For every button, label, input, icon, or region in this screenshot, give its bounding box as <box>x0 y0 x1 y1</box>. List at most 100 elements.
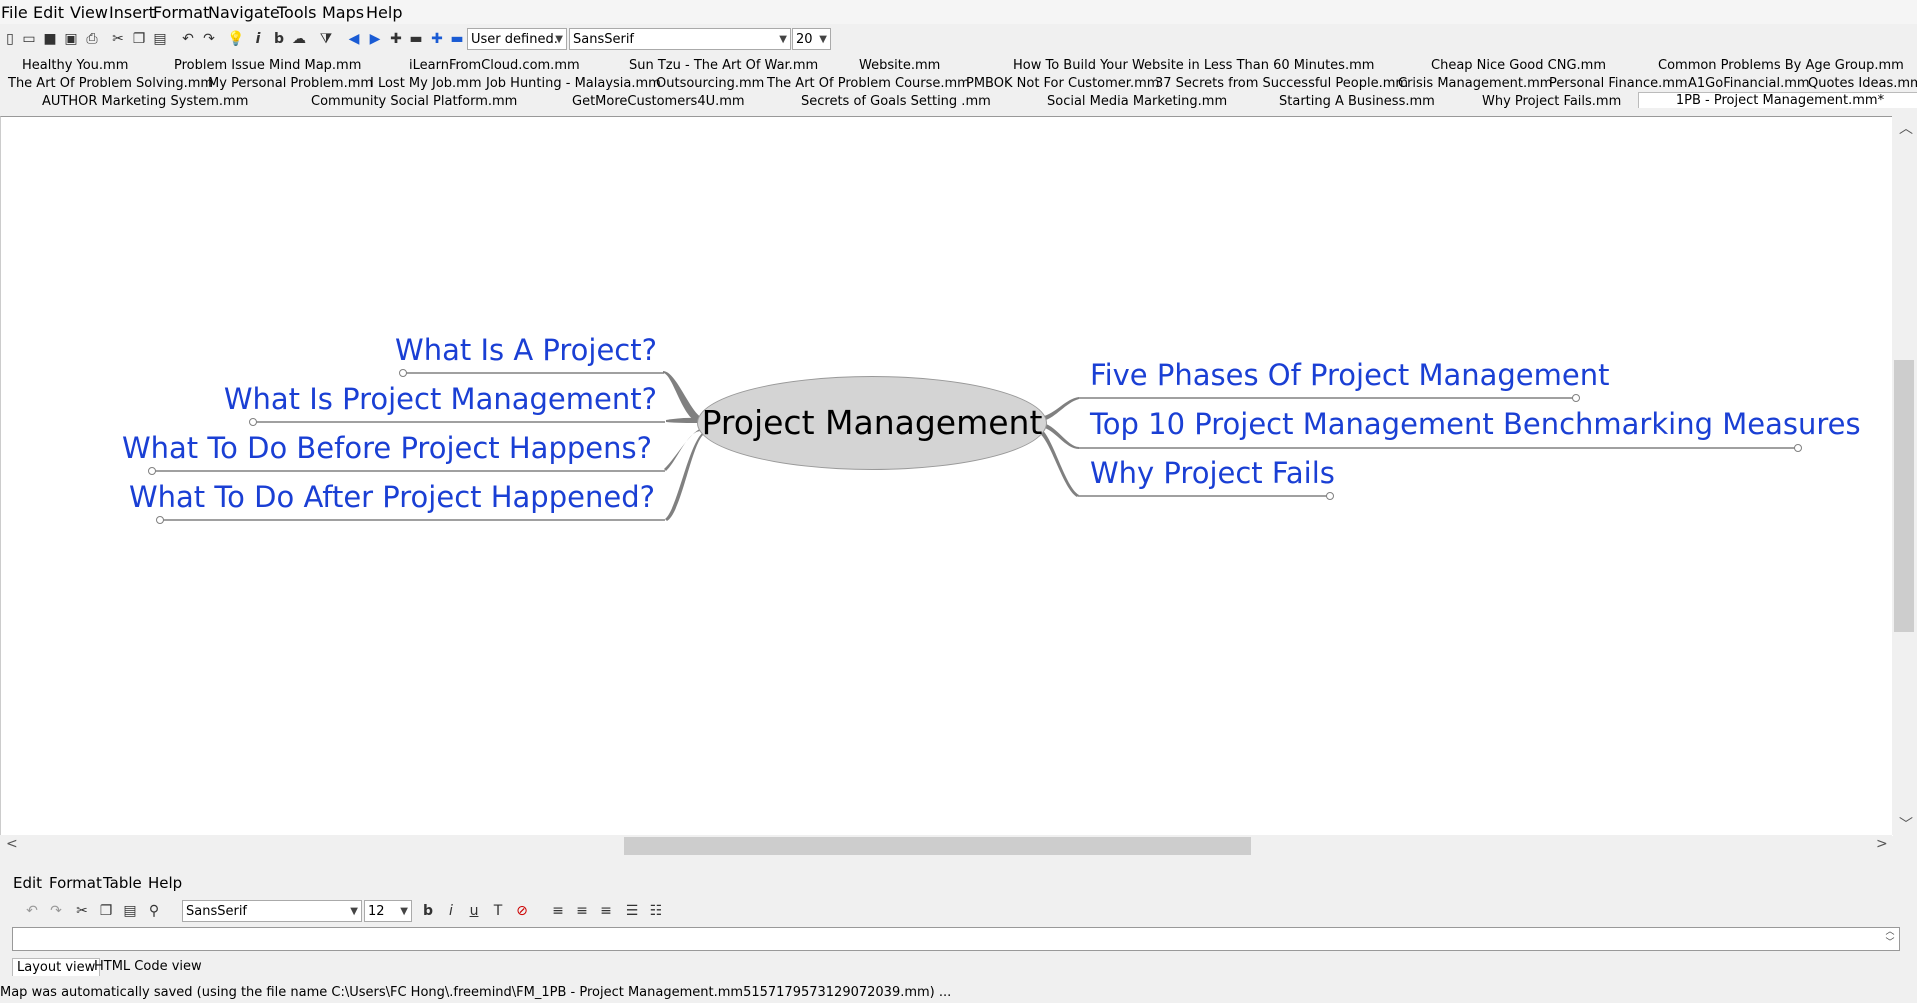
style-combo[interactable]: User defined. ▼ <box>467 28 567 50</box>
paste-icon[interactable]: ▤ <box>120 901 140 921</box>
menu-file[interactable]: File <box>1 3 28 22</box>
forward-icon[interactable]: ▶ <box>365 29 385 49</box>
node-left[interactable]: What Is A Project? <box>395 333 657 367</box>
new-icon[interactable]: ▯ <box>0 29 20 49</box>
find-icon[interactable]: ⚲ <box>144 901 164 921</box>
tab-map[interactable]: Community Social Platform.mm <box>311 94 517 109</box>
tab-map[interactable]: A1GoFinancial.mm <box>1688 76 1810 91</box>
tab-map[interactable]: Common Problems By Age Group.mm <box>1658 58 1904 73</box>
fold-handle[interactable] <box>1326 492 1334 500</box>
node-right[interactable]: Why Project Fails <box>1090 456 1335 490</box>
menu-insert[interactable]: Insert <box>109 3 155 22</box>
tab-map[interactable]: Sun Tzu - The Art Of War.mm <box>629 58 818 73</box>
note-editor-field[interactable] <box>12 927 1900 951</box>
tab-map[interactable]: Problem Issue Mind Map.mm <box>174 58 361 73</box>
save-as-icon[interactable]: ▣ <box>61 29 81 49</box>
align-center-icon[interactable]: ≡ <box>572 901 592 921</box>
menu-maps[interactable]: Maps <box>322 3 364 22</box>
vertical-scroll-thumb[interactable] <box>1894 360 1914 632</box>
underline-icon[interactable]: u <box>464 901 484 921</box>
root-node[interactable]: Project Management <box>697 376 1047 470</box>
node-left[interactable]: What To Do After Project Happened? <box>129 480 655 514</box>
tab-map[interactable]: PMBOK Not For Customer.mm <box>966 76 1159 91</box>
editor-menu-format[interactable]: Format <box>49 874 102 892</box>
tab-map[interactable]: GetMoreCustomers4U.mm <box>572 94 745 109</box>
tab-map[interactable]: Healthy You.mm <box>22 58 128 73</box>
open-icon[interactable]: ▭ <box>19 29 39 49</box>
bold-icon[interactable]: b <box>269 29 289 49</box>
menu-view[interactable]: View <box>70 3 108 22</box>
node-left[interactable]: What To Do Before Project Happens? <box>122 431 652 465</box>
mindmap-canvas[interactable]: Project Management What Is A Project? Wh… <box>0 116 1893 836</box>
scroll-right-icon[interactable]: > <box>1876 836 1888 852</box>
tab-map[interactable]: 37 Secrets from Successful People.mm <box>1155 76 1408 91</box>
editor-menu-help[interactable]: Help <box>148 874 182 892</box>
tab-map[interactable]: The Art Of Problem Course.mm <box>767 76 970 91</box>
horizontal-scroll-thumb[interactable] <box>624 837 1251 855</box>
cut-icon[interactable]: ✂ <box>72 901 92 921</box>
scroll-up-icon[interactable]: ︿ <box>1899 118 1913 138</box>
copy-icon[interactable]: ❐ <box>96 901 116 921</box>
editor-menu-edit[interactable]: Edit <box>13 874 42 892</box>
remove-node-icon[interactable]: ▬ <box>406 29 426 49</box>
tab-layout-view[interactable]: Layout view <box>12 958 101 976</box>
tab-map[interactable]: Secrets of Goals Setting .mm <box>801 94 991 109</box>
tab-map[interactable]: iLearnFromCloud.com.mm <box>409 58 580 73</box>
menu-tools[interactable]: Tools <box>277 3 316 22</box>
editor-size-combo[interactable]: 12 ▼ <box>364 900 412 922</box>
tab-map[interactable]: The Art Of Problem Solving.mm <box>8 76 213 91</box>
text-color-icon[interactable]: T <box>488 901 508 921</box>
tab-map[interactable]: Outsourcing.mm <box>656 76 764 91</box>
tab-map[interactable]: Starting A Business.mm <box>1279 94 1435 109</box>
font-combo[interactable]: SansSerif ▼ <box>569 28 791 50</box>
node-left[interactable]: What Is Project Management? <box>224 382 657 416</box>
editor-font-combo[interactable]: SansSerif ▼ <box>182 900 362 922</box>
align-right-icon[interactable]: ≡ <box>596 901 616 921</box>
tab-map[interactable]: AUTHOR Marketing System.mm <box>42 94 248 109</box>
idea-icon[interactable]: 💡 <box>226 29 246 49</box>
filter-icon[interactable]: ⧩ <box>316 29 336 49</box>
italic-icon[interactable]: i <box>441 901 461 921</box>
tab-map[interactable]: My Personal Problem.mm <box>208 76 373 91</box>
fold-handle[interactable] <box>156 516 164 524</box>
clear-format-icon[interactable]: ⊘ <box>512 901 532 921</box>
remove-sibling-icon[interactable]: ▬ <box>447 29 467 49</box>
back-icon[interactable]: ◀ <box>344 29 364 49</box>
size-combo[interactable]: 20 ▼ <box>792 28 831 50</box>
cloud-icon[interactable]: ☁ <box>289 29 309 49</box>
tab-map[interactable]: Crisis Management.mm <box>1398 76 1552 91</box>
editor-scroll-spinner[interactable]: ︿ ﹀ <box>1880 927 1900 951</box>
fold-handle[interactable] <box>1794 444 1802 452</box>
redo-icon[interactable]: ↷ <box>199 29 219 49</box>
menu-help[interactable]: Help <box>366 3 402 22</box>
tab-map[interactable]: Cheap Nice Good CNG.mm <box>1431 58 1606 73</box>
fold-handle[interactable] <box>1572 394 1580 402</box>
bold-icon[interactable]: b <box>418 901 438 921</box>
tab-map[interactable]: Social Media Marketing.mm <box>1047 94 1227 109</box>
tab-map[interactable]: Personal Finance.mm <box>1549 76 1688 91</box>
copy-icon[interactable]: ❐ <box>129 29 149 49</box>
scroll-down-icon[interactable]: ﹀ <box>1899 814 1913 834</box>
bullet-list-icon[interactable]: ☰ <box>622 901 642 921</box>
tab-map[interactable]: Why Project Fails.mm <box>1482 94 1621 109</box>
italic-icon[interactable]: i <box>248 29 268 49</box>
tab-map[interactable]: Job Hunting - Malaysia.mm <box>486 76 661 91</box>
print-icon[interactable]: ⎙ <box>82 29 102 49</box>
fold-handle[interactable] <box>249 418 257 426</box>
tab-map[interactable]: Quotes Ideas.mm <box>1808 76 1917 91</box>
redo-icon[interactable]: ↷ <box>46 901 66 921</box>
tab-map[interactable]: I Lost My Job.mm <box>370 76 481 91</box>
tab-map-active[interactable]: 1PB - Project Management.mm* <box>1638 92 1917 108</box>
scroll-left-icon[interactable]: < <box>6 836 18 852</box>
menu-format[interactable]: Format <box>153 3 209 22</box>
menu-edit[interactable]: Edit <box>33 3 64 22</box>
fold-handle[interactable] <box>148 467 156 475</box>
add-node-icon[interactable]: ✚ <box>386 29 406 49</box>
undo-icon[interactable]: ↶ <box>178 29 198 49</box>
tab-html-code-view[interactable]: HTML Code view <box>90 958 206 975</box>
fold-handle[interactable] <box>399 369 407 377</box>
menu-navigate[interactable]: Navigate <box>208 3 280 22</box>
horizontal-scrollbar[interactable]: < > <box>0 835 1892 857</box>
add-sibling-icon[interactable]: ✚ <box>427 29 447 49</box>
align-left-icon[interactable]: ≡ <box>548 901 568 921</box>
